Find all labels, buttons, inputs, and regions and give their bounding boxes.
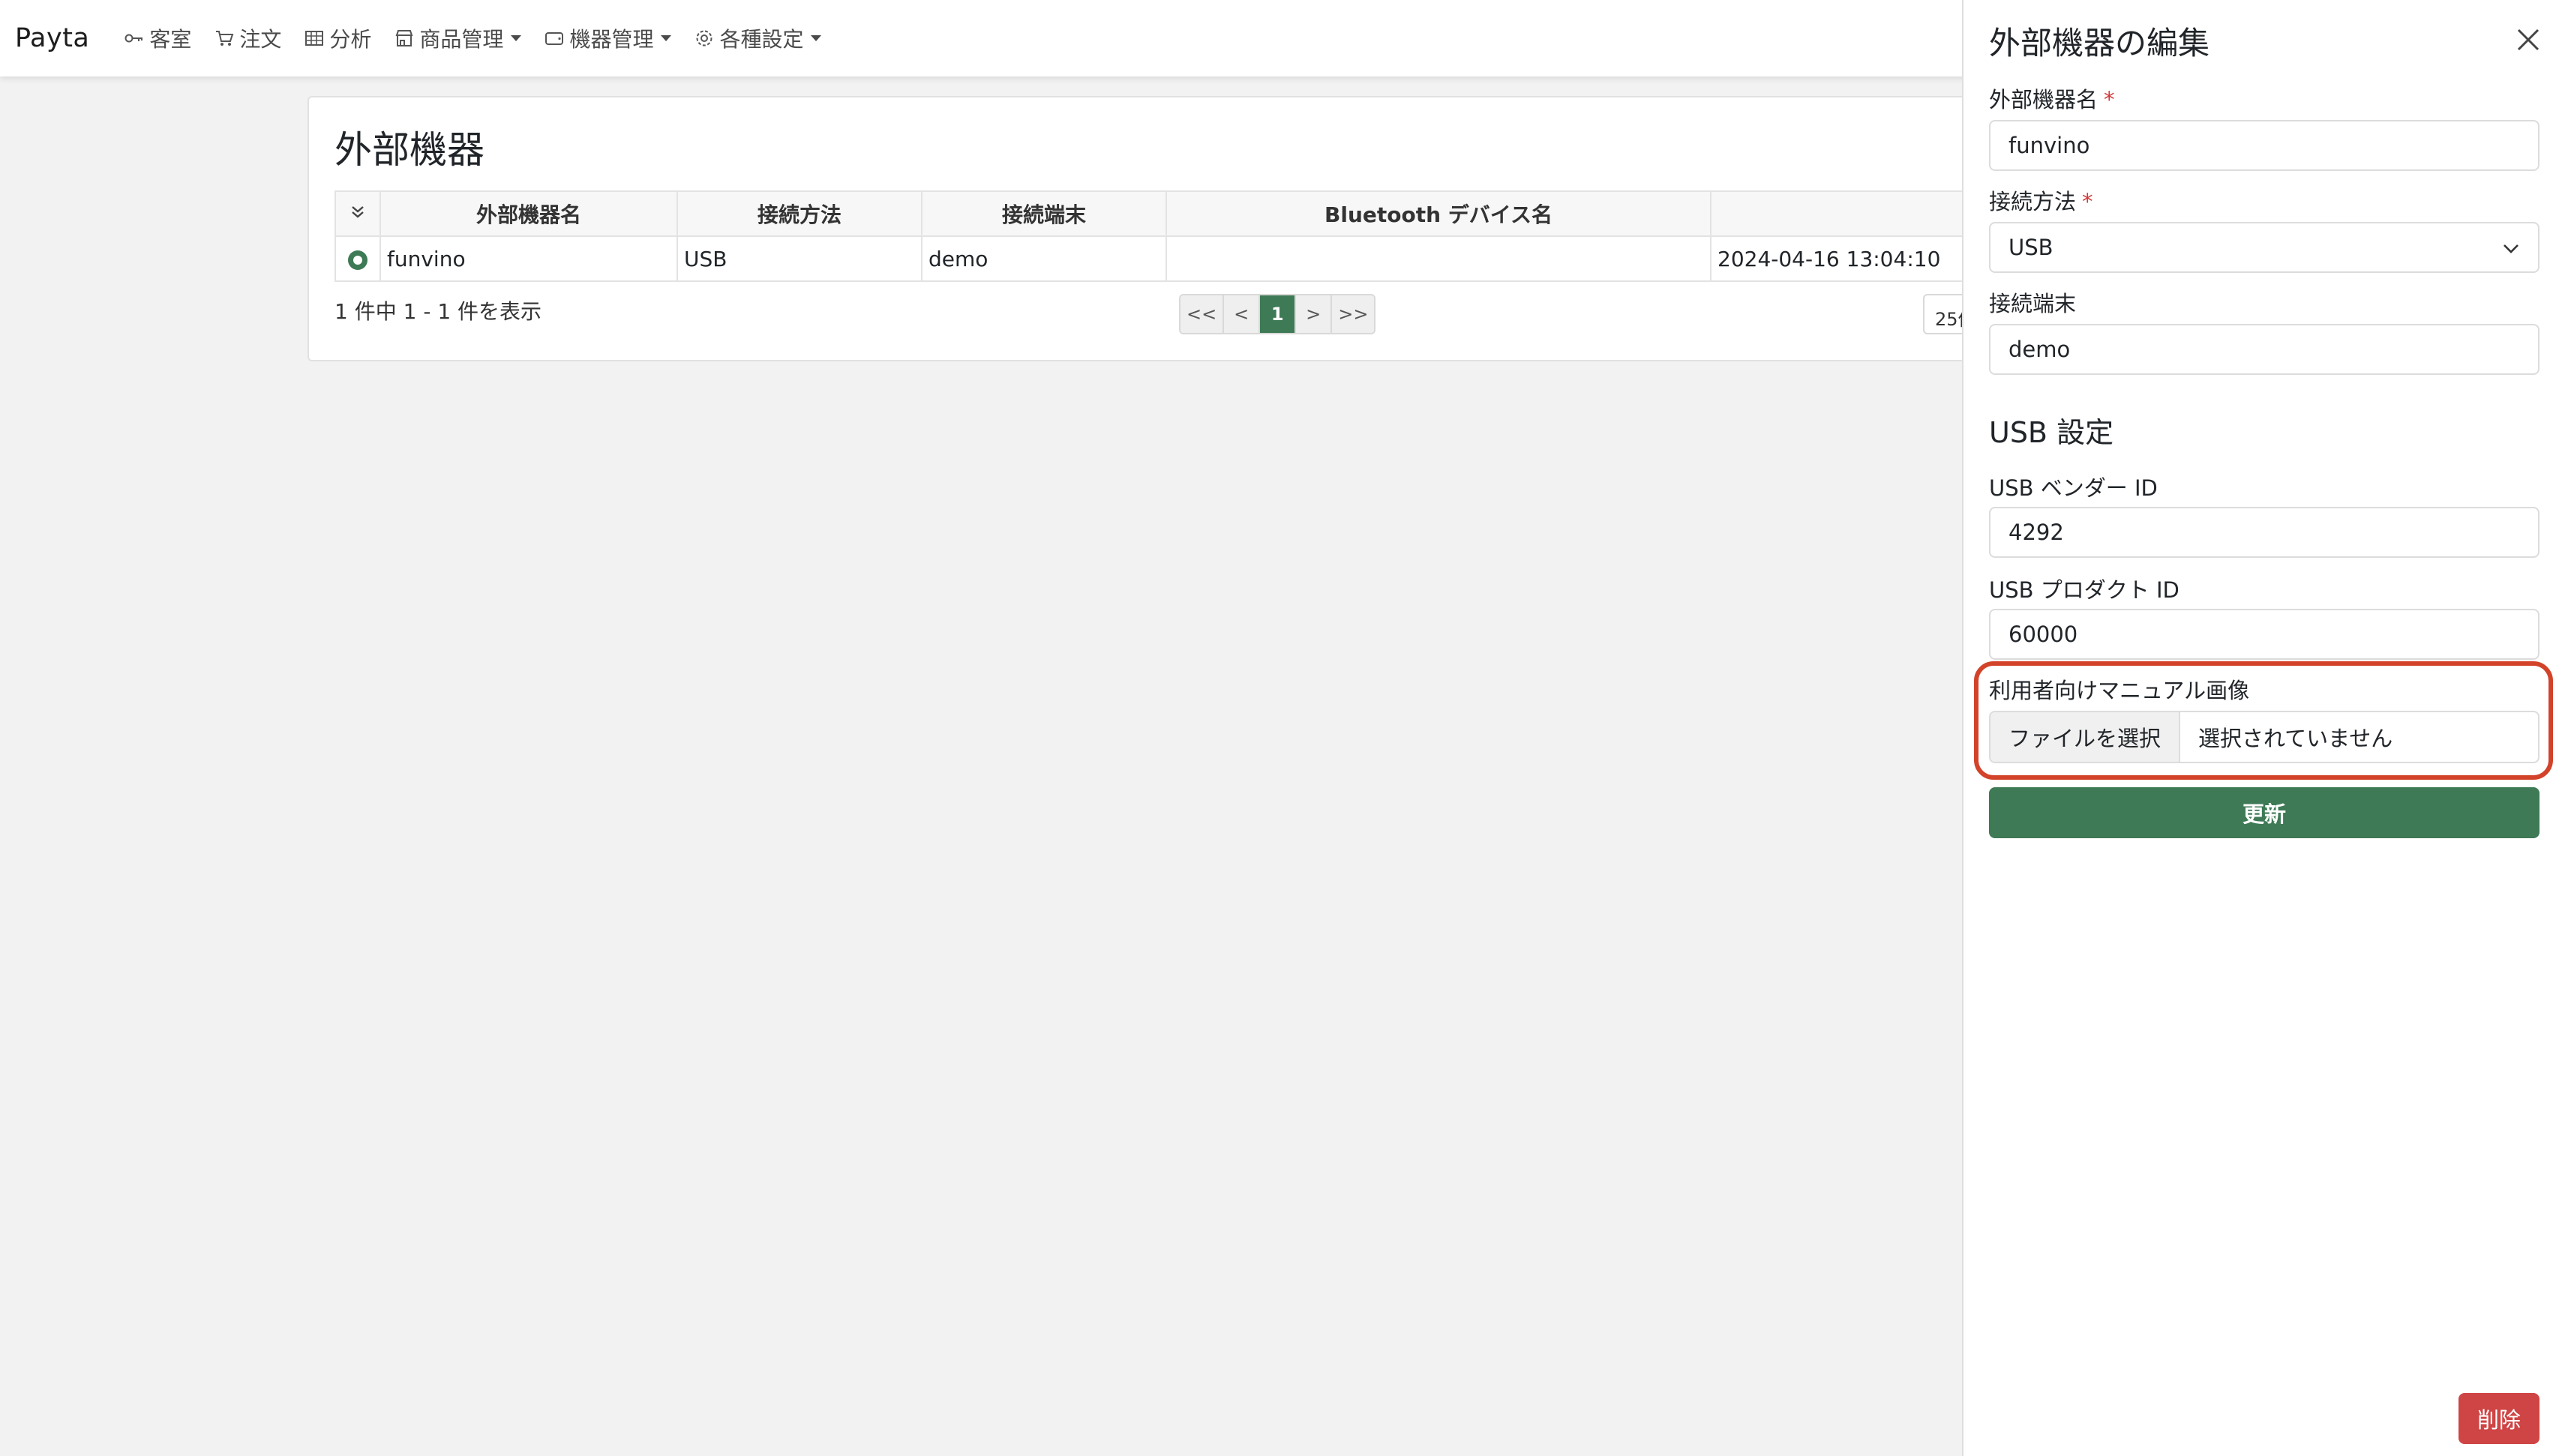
nav-label: 注文 (239, 27, 282, 52)
manual-image-label: 利用者向けマニュアル画像 (1989, 678, 2250, 703)
caret-down-icon (511, 35, 522, 41)
page-last-button[interactable]: >> (1332, 295, 1375, 333)
name-input[interactable]: funvino (1989, 120, 2540, 171)
cart-icon (216, 31, 234, 46)
update-button[interactable]: 更新 (1989, 787, 2540, 838)
pagination: << < 1 > >> (1179, 294, 1376, 334)
delete-button[interactable]: 削除 (2458, 1393, 2540, 1444)
usb-settings-heading: USB 設定 (1989, 416, 2114, 449)
vendor-id-label: USB ベンダー ID (1989, 475, 2158, 501)
table-icon (305, 31, 324, 46)
vendor-id-input[interactable]: 4292 (1989, 507, 2540, 558)
column-header-connection[interactable]: 接続方法 (676, 190, 922, 237)
product-id-label: USB プロダクト ID (1989, 577, 2180, 603)
cell-terminal: demo (921, 235, 1167, 282)
method-field-label: 接続方法 * (1989, 184, 2093, 216)
panel-title: 外部機器の編集 (1989, 25, 2210, 61)
required-mark: * (2104, 87, 2115, 112)
device-list-card: 外部機器 外部機器名 接続方法 接続端末 Bluetooth デバイス名 最終接… (308, 96, 2108, 361)
cell-bluetooth (1166, 235, 1712, 282)
selected-method: USB (2008, 235, 2054, 260)
gear-icon (696, 30, 712, 46)
nav-item-devices[interactable]: 機器管理 (544, 23, 672, 53)
terminal-input[interactable]: demo (1989, 324, 2540, 375)
double-chevron-down-icon (352, 205, 364, 218)
column-header-name[interactable]: 外部機器名 (380, 190, 678, 237)
cell-name: funvino (380, 235, 678, 282)
page-current-button[interactable]: 1 (1260, 295, 1297, 333)
edit-panel: 外部機器の編集 外部機器名 * funvino 接続方法 * USB 接続端末 de… (1962, 0, 2556, 1456)
product-id-input[interactable]: 60000 (1989, 609, 2540, 660)
column-header-terminal[interactable]: 接続端末 (921, 190, 1167, 237)
close-icon[interactable] (2516, 27, 2541, 52)
result-summary: 1 件中 1 - 1 件を表示 (334, 299, 542, 324)
connection-method-select[interactable]: USB (1989, 222, 2540, 273)
file-status-text: 選択されていません (2198, 726, 2393, 751)
name-label-text: 外部機器名 (1989, 87, 2098, 112)
shop-icon (396, 30, 413, 46)
name-field-label: 外部機器名 * (1989, 82, 2115, 114)
column-header-bluetooth[interactable]: Bluetooth デバイス名 (1166, 190, 1712, 237)
device-icon (545, 32, 564, 45)
choose-file-button[interactable]: ファイルを選択 (1990, 712, 2181, 762)
device-table: 外部機器名 接続方法 接続端末 Bluetooth デバイス名 最終接 funv… (334, 190, 2042, 282)
table-row[interactable]: funvino USB demo 2024-04-16 13:04:10 (334, 235, 2042, 282)
nav-item-settings[interactable]: 各種設定 (694, 23, 822, 53)
nav-label: 機器管理 (569, 27, 654, 52)
cell-connection: USB (676, 235, 922, 282)
page-prev-button[interactable]: < (1224, 295, 1261, 333)
caret-down-icon (661, 35, 672, 41)
nav-label: 各種設定 (719, 27, 804, 52)
key-icon (124, 34, 143, 43)
nav-label: 商品管理 (419, 27, 504, 52)
table-header-row: 外部機器名 接続方法 接続端末 Bluetooth デバイス名 最終接 (334, 190, 2042, 237)
terminal-field-label: 接続端末 (1989, 291, 2077, 316)
manual-image-file-input[interactable]: ファイルを選択 選択されていません (1989, 711, 2540, 763)
nav-item-products[interactable]: 商品管理 (394, 23, 522, 53)
page-first-button[interactable]: << (1180, 295, 1225, 333)
method-label-text: 接続方法 (1989, 189, 2077, 214)
chevron-down-icon (2504, 244, 2518, 253)
nav-item-analytics[interactable]: 分析 (304, 23, 371, 53)
selected-radio-icon[interactable] (348, 250, 368, 270)
page-next-button[interactable]: > (1296, 295, 1333, 333)
nav-item-orders[interactable]: 注文 (214, 23, 281, 53)
nav-label: 分析 (329, 27, 372, 52)
nav-label: 客室 (149, 27, 192, 52)
caret-down-icon (811, 35, 822, 41)
expand-all-header[interactable] (334, 190, 381, 237)
page-title: 外部機器 (334, 128, 484, 172)
required-mark: * (2082, 189, 2093, 214)
row-select-cell[interactable] (334, 235, 381, 282)
nav-item-rooms[interactable]: 客室 (124, 23, 191, 53)
brand-logo[interactable]: Payta (15, 23, 89, 53)
